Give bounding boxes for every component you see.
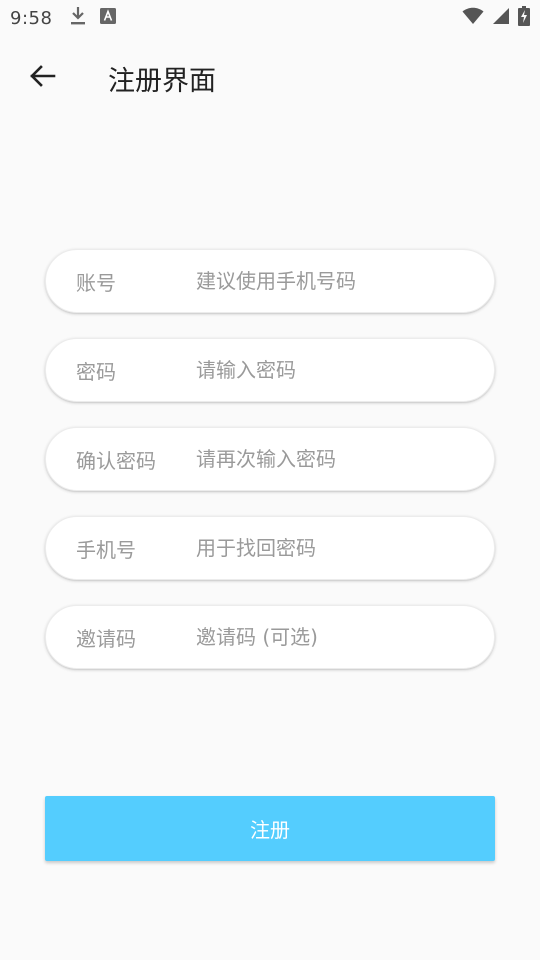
password-input[interactable] xyxy=(196,358,474,382)
register-screen: 9:58 注册界面 账号 建议使用手机号码 密码 请输入密码 确认密码 请再次输… xyxy=(0,0,540,960)
account-input[interactable] xyxy=(196,269,474,293)
battery-charging-icon xyxy=(518,6,530,30)
register-form: 账号 密码 确认密码 手机号 邀请码 xyxy=(45,249,495,694)
arrow-left-icon xyxy=(28,64,56,92)
font-icon xyxy=(100,8,117,28)
invite-code-field: 邀请码 xyxy=(45,605,495,669)
page-title: 注册界面 xyxy=(108,65,216,97)
phone-input[interactable] xyxy=(196,536,474,560)
phone-label: 手机号 xyxy=(76,537,136,562)
cell-signal-icon xyxy=(492,7,510,29)
invite-code-label: 邀请码 xyxy=(76,626,136,651)
confirm-password-input[interactable] xyxy=(196,447,474,471)
password-label: 密码 xyxy=(76,359,116,384)
status-system-icons xyxy=(462,6,530,30)
confirm-password-field: 确认密码 xyxy=(45,427,495,491)
phone-field: 手机号 xyxy=(45,516,495,580)
invite-code-input[interactable] xyxy=(196,625,474,649)
status-bar: 9:58 xyxy=(0,0,540,36)
download-icon xyxy=(70,6,86,30)
back-button[interactable] xyxy=(22,58,62,98)
wifi-icon xyxy=(462,7,484,29)
register-button[interactable]: 注册 xyxy=(45,796,495,861)
status-time: 9:58 xyxy=(10,7,53,29)
status-notification-icons xyxy=(70,6,117,30)
password-field: 密码 xyxy=(45,338,495,402)
account-field: 账号 xyxy=(45,249,495,313)
account-label: 账号 xyxy=(76,270,116,295)
confirm-password-label: 确认密码 xyxy=(76,448,156,473)
app-bar: 注册界面 xyxy=(0,48,540,108)
